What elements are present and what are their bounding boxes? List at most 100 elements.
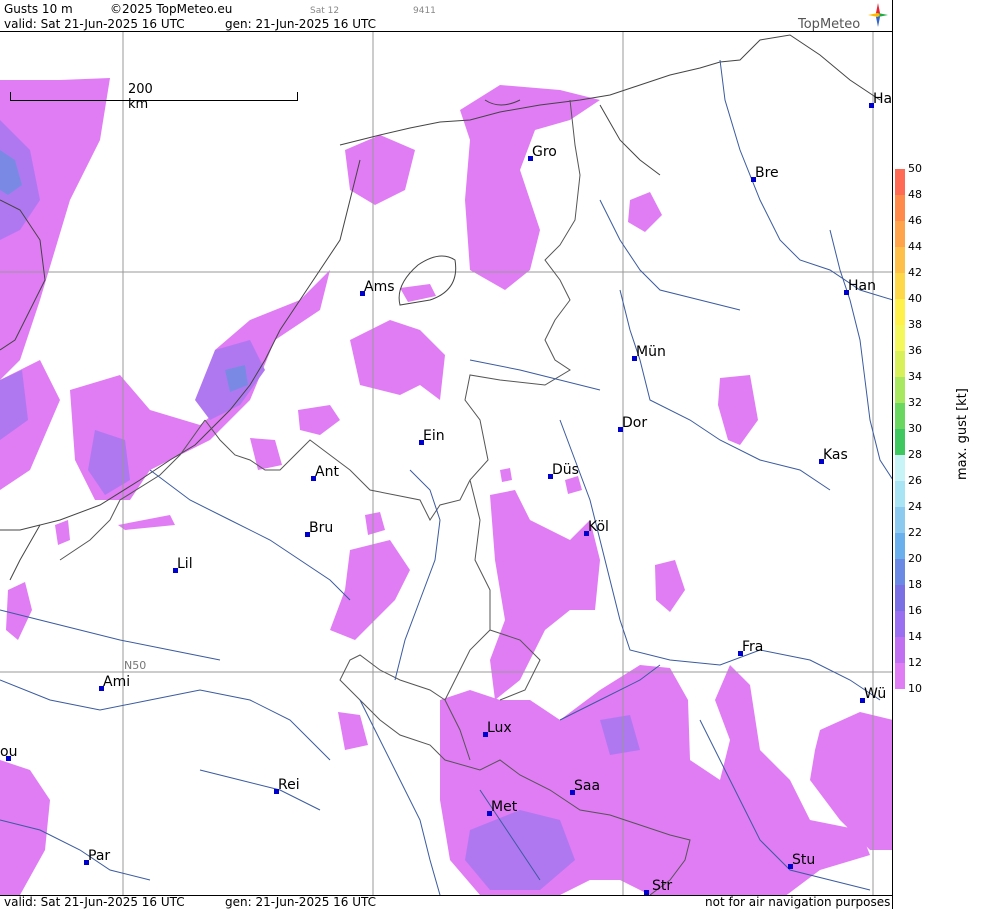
city-marker: Rei (274, 777, 300, 794)
city-label: Ams (364, 279, 395, 295)
scale-bar-line (10, 92, 298, 101)
map-canvas (0, 32, 893, 895)
legend-tick-label: 14 (908, 630, 922, 643)
city-dot-icon (844, 290, 849, 295)
legend-tick-label: 44 (908, 240, 922, 253)
legend-color-cell (895, 273, 905, 299)
legend-tick-label: 20 (908, 552, 922, 565)
legend-tick-label: 26 (908, 474, 922, 487)
legend-color-cell (895, 377, 905, 403)
legend-color-cell (895, 533, 905, 559)
city-dot-icon (360, 291, 365, 296)
legend-color-cell (895, 247, 905, 273)
legend-tick-label: 22 (908, 526, 922, 539)
legend-tick-label: 42 (908, 266, 922, 279)
scale-bar-label: 200 km (128, 82, 153, 112)
city-marker: Bru (305, 520, 333, 537)
legend-color-cell (895, 481, 905, 507)
topmeteo-logo: TopMeteo (798, 3, 890, 32)
city-dot-icon (274, 789, 279, 794)
gust-map[interactable]: 200 km N50 Gro Bre Ha Ams Han Mün Dor Ei… (0, 32, 893, 895)
legend-color-cell (895, 559, 905, 585)
legend-color-cell (895, 195, 905, 221)
generated-time: gen: 21-Jun-2025 16 UTC (225, 17, 377, 31)
city-dot-icon (618, 427, 623, 432)
product-title: Gusts 10 m (4, 2, 73, 16)
city-label: Mün (636, 344, 666, 360)
legend-tick-label: 40 (908, 292, 922, 305)
logo-text: TopMeteo (798, 17, 861, 32)
city-marker: Lux (483, 720, 512, 737)
city-marker: Mün (632, 344, 666, 361)
code-label: 9411 (413, 6, 436, 16)
city-marker: Stu (788, 852, 815, 869)
city-marker: Ami (99, 674, 130, 691)
city-dot-icon (483, 732, 488, 737)
legend-color-cell (895, 611, 905, 637)
city-dot-icon (869, 103, 874, 108)
legend-tick-label: 32 (908, 396, 922, 409)
coastline (0, 34, 881, 581)
latitude-label: N50 (124, 659, 147, 672)
city-dot-icon (6, 756, 11, 761)
legend-tick-label: 30 (908, 422, 922, 435)
legend-tick-label: 50 (908, 162, 922, 175)
city-marker: Fra (738, 639, 763, 656)
legend-tick-label: 28 (908, 448, 922, 461)
legend-color-cell (895, 169, 905, 195)
legend-title: max. gust [kt] (955, 388, 970, 480)
legend-color-cell (895, 429, 905, 455)
legend-tick-label: 10 (908, 682, 922, 695)
city-dot-icon (305, 532, 310, 537)
city-dot-icon (751, 177, 756, 182)
legend-tick-label: 46 (908, 214, 922, 227)
legend-color-cell (895, 507, 905, 533)
legend-color-cell (895, 351, 905, 377)
city-dot-icon (632, 356, 637, 361)
legend-color-cell (895, 663, 905, 689)
city-marker: Ant (311, 464, 339, 481)
city-marker: Ha (869, 91, 892, 108)
city-marker: Str (644, 878, 673, 895)
city-marker: Dor (618, 415, 647, 432)
legend-color-cell (895, 455, 905, 481)
legend-tick-label: 38 (908, 318, 922, 331)
valid-time: valid: Sat 21-Jun-2025 16 UTC (4, 17, 185, 31)
legend-tick-label: 24 (908, 500, 922, 513)
city-marker: Han (844, 278, 876, 295)
city-marker: Düs (548, 462, 579, 479)
legend-tick-label: 48 (908, 188, 922, 201)
air-navigation-notice: not for air navigation purposes (705, 895, 891, 909)
city-dot-icon (84, 860, 89, 865)
city-marker: Gro (528, 144, 557, 161)
city-marker: Met (487, 799, 517, 816)
city-dot-icon (311, 476, 316, 481)
sat-label: Sat 12 (310, 6, 340, 16)
legend-color-cell (895, 585, 905, 611)
city-marker: Ams (360, 279, 395, 296)
city-dot-icon (819, 459, 824, 464)
city-label: Str (652, 878, 673, 894)
legend-color-cell (895, 403, 905, 429)
legend-tick-label: 34 (908, 370, 922, 383)
legend-tick-label: 18 (908, 578, 922, 591)
legend-tick-label: 16 (908, 604, 922, 617)
city-marker: Par (84, 848, 110, 865)
legend-color-cell (895, 325, 905, 351)
city-dot-icon (548, 474, 553, 479)
city-marker: Bre (751, 165, 779, 182)
city-dot-icon (487, 811, 492, 816)
compass-star-icon (868, 3, 888, 27)
legend-tick-label: 36 (908, 344, 922, 357)
city-marker: Saa (570, 778, 600, 795)
gust-shading (0, 78, 893, 895)
city-marker: Wü (860, 686, 886, 703)
footer-valid-time: valid: Sat 21-Jun-2025 16 UTC (4, 895, 185, 909)
legend-color-cell (895, 221, 905, 247)
city-dot-icon (738, 651, 743, 656)
city-dot-icon (173, 568, 178, 573)
city-dot-icon (788, 864, 793, 869)
legend-color-cell (895, 299, 905, 325)
city-dot-icon (419, 440, 424, 445)
city-dot-icon (860, 698, 865, 703)
